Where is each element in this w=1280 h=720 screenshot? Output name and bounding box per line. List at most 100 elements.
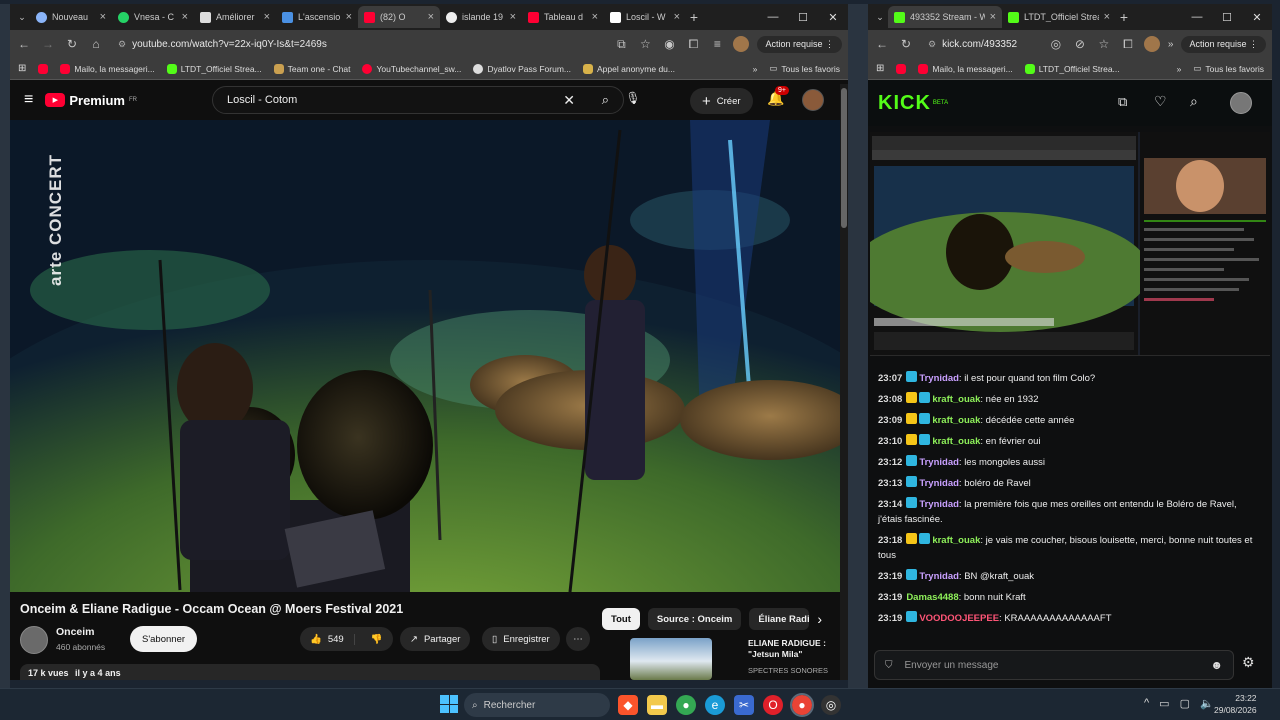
close-icon[interactable]: × — [510, 11, 516, 23]
back-icon[interactable]: ← — [874, 37, 890, 51]
extension-circle-icon[interactable]: ◉ — [661, 37, 677, 51]
brave-icon[interactable]: ◆ — [618, 695, 638, 715]
close-icon[interactable]: × — [100, 11, 106, 23]
tab-1[interactable]: Vnesa - C × — [112, 6, 194, 28]
site-info-icon[interactable]: ⚙ — [118, 39, 126, 50]
message-username[interactable]: Trynidad — [919, 499, 959, 510]
close-icon[interactable]: × — [1104, 11, 1110, 23]
dislike-button[interactable]: 👎 — [361, 634, 393, 645]
chip-eliane[interactable]: Éliane Radig — [749, 608, 810, 630]
clear-search-icon[interactable]: ✕ — [563, 92, 575, 109]
video-player[interactable]: arte CONCERT — [10, 120, 840, 592]
search-input[interactable]: Loscil - Cotom ✕ ⌕ — [212, 86, 624, 114]
new-tab-icon[interactable]: + — [1116, 9, 1132, 25]
like-button[interactable]: 👍 549 — [300, 633, 355, 645]
obs-icon[interactable]: ◎ — [821, 695, 841, 715]
more-actions-button[interactable]: ⋯ — [566, 627, 590, 651]
scrollbar-thumb[interactable] — [841, 88, 847, 228]
bookmark-5[interactable]: Appel anonyme du... — [583, 63, 675, 74]
bookmark-1[interactable]: LTDT_Officiel Strea... — [1024, 63, 1120, 74]
close-icon[interactable]: × — [346, 11, 352, 23]
tab-3[interactable]: L'ascensio × — [276, 6, 358, 28]
chat-settings-gear-icon[interactable]: ⚙ — [1242, 654, 1255, 671]
chip-source[interactable]: Source : Onceim — [647, 608, 742, 630]
taskbar-search[interactable]: ⌕ Rechercher — [464, 693, 610, 717]
close-icon[interactable]: × — [428, 11, 434, 23]
message-username[interactable]: Damas4488 — [906, 592, 958, 603]
tab-5[interactable]: islande 19 × — [440, 6, 522, 28]
bookmark-star-icon[interactable]: ☆ — [1096, 37, 1112, 51]
message-username[interactable]: Trynidad — [919, 457, 959, 468]
eye-off-icon[interactable]: ⊘ — [1072, 37, 1088, 51]
chat-input[interactable]: ⛉ Envoyer un message ☻ — [874, 650, 1234, 680]
save-button[interactable]: ▯ Enregistrer — [482, 627, 560, 651]
bookmark-0[interactable]: Mailo, la messageri... — [918, 63, 1013, 74]
bookmark-0[interactable]: Mailo, la messageri... — [60, 63, 155, 74]
browse-icon[interactable]: ⧉ — [1118, 94, 1127, 110]
maximize-icon[interactable]: ☐ — [788, 11, 818, 24]
edge-icon[interactable]: e — [705, 695, 725, 715]
more-bookmarks-icon[interactable]: » — [753, 64, 758, 74]
chrome-active-icon[interactable]: ● — [790, 693, 814, 717]
more-bookmarks-icon[interactable]: » — [1177, 64, 1182, 74]
channel-avatar[interactable] — [20, 626, 48, 654]
channel-name[interactable]: Onceim — [56, 626, 95, 638]
kick-tab-1[interactable]: LTDT_Officiel Strea × — [1002, 6, 1116, 28]
share-button[interactable]: ↗ Partager — [400, 627, 471, 651]
close-icon[interactable]: × — [592, 11, 598, 23]
extension-icon[interactable]: ◎ — [1048, 37, 1064, 51]
maximize-icon[interactable]: ☐ — [1212, 11, 1242, 24]
message-username[interactable]: kraft_ouak — [932, 394, 980, 405]
opera-icon[interactable]: O — [763, 695, 783, 715]
user-avatar[interactable] — [1230, 92, 1252, 114]
snipping-tool-icon[interactable]: ✂ — [734, 695, 754, 715]
battery-icon[interactable]: ▭ — [1159, 697, 1169, 710]
bookmark-2[interactable]: Team one - Chat — [273, 63, 350, 74]
chip-all[interactable]: Tout — [602, 608, 640, 630]
page-scrollbar[interactable] — [840, 84, 848, 680]
profile-avatar[interactable] — [733, 36, 750, 52]
kick-tab-0[interactable]: 493352 Stream - W × — [888, 6, 1002, 28]
search-icon[interactable]: ⌕ — [602, 92, 609, 108]
close-icon[interactable]: × — [182, 11, 188, 23]
bookmark-4[interactable]: Dyatlov Pass Forum... — [473, 63, 571, 74]
new-tab-icon[interactable]: + — [686, 9, 702, 25]
bookmark-star-icon[interactable]: ☆ — [637, 37, 653, 51]
minimize-icon[interactable]: — — [1182, 11, 1212, 24]
related-video-item[interactable]: ELIANE RADIGUE : "Jetsun Mila" SPECTRES … — [602, 636, 832, 680]
tab-6[interactable]: Tableau d × — [522, 6, 604, 28]
tab-4-active[interactable]: (82) O × — [358, 6, 440, 28]
stream-player[interactable] — [870, 132, 1270, 356]
chrome-icon[interactable]: ● — [676, 695, 696, 715]
youtube-bookmark-icon[interactable] — [896, 63, 907, 74]
message-username[interactable]: kraft_ouak — [932, 415, 980, 426]
start-button[interactable] — [440, 695, 458, 713]
tab-2[interactable]: Améliorer × — [194, 6, 276, 28]
minimize-icon[interactable]: — — [758, 11, 788, 24]
forward-icon[interactable]: → — [40, 37, 56, 51]
show-hidden-icons-icon[interactable]: ^ — [1144, 697, 1149, 710]
url-field[interactable]: ⚙ youtube.com/watch?v=22x-iq0Y-Is&t=2469s — [112, 33, 605, 55]
subscribe-button[interactable]: S'abonner — [130, 626, 198, 652]
display-icon[interactable]: ▢ — [1180, 697, 1190, 710]
bookmark-3[interactable]: YouTubechannel_sw... — [362, 63, 461, 74]
back-icon[interactable]: ← — [16, 37, 32, 51]
url-field[interactable]: ⚙ kick.com/493352 — [922, 33, 1040, 55]
following-heart-icon[interactable]: ♡ — [1154, 93, 1167, 110]
action-required-button[interactable]: Action requise ⋮ — [757, 35, 842, 53]
close-icon[interactable]: × — [264, 11, 270, 23]
more-icon[interactable]: » — [1168, 39, 1174, 50]
profile-avatar[interactable] — [1143, 36, 1160, 52]
close-window-icon[interactable]: ✕ — [1242, 11, 1272, 24]
tab-7[interactable]: Loscil - W × — [604, 6, 686, 28]
file-explorer-icon[interactable]: ▬ — [647, 695, 667, 715]
message-username[interactable]: Trynidad — [919, 373, 959, 384]
emoji-icon[interactable]: ☻ — [1210, 658, 1223, 672]
message-username[interactable]: Trynidad — [919, 478, 959, 489]
reload-icon[interactable]: ↻ — [898, 37, 914, 51]
apps-grid-icon[interactable]: ⊞ — [18, 63, 26, 74]
volume-icon[interactable]: 🔈 — [1200, 697, 1214, 710]
extensions-icon[interactable]: ⧠ — [1120, 37, 1136, 52]
all-bookmarks[interactable]: ▭ Tous les favoris — [1193, 63, 1264, 74]
message-username[interactable]: kraft_ouak — [932, 436, 980, 447]
